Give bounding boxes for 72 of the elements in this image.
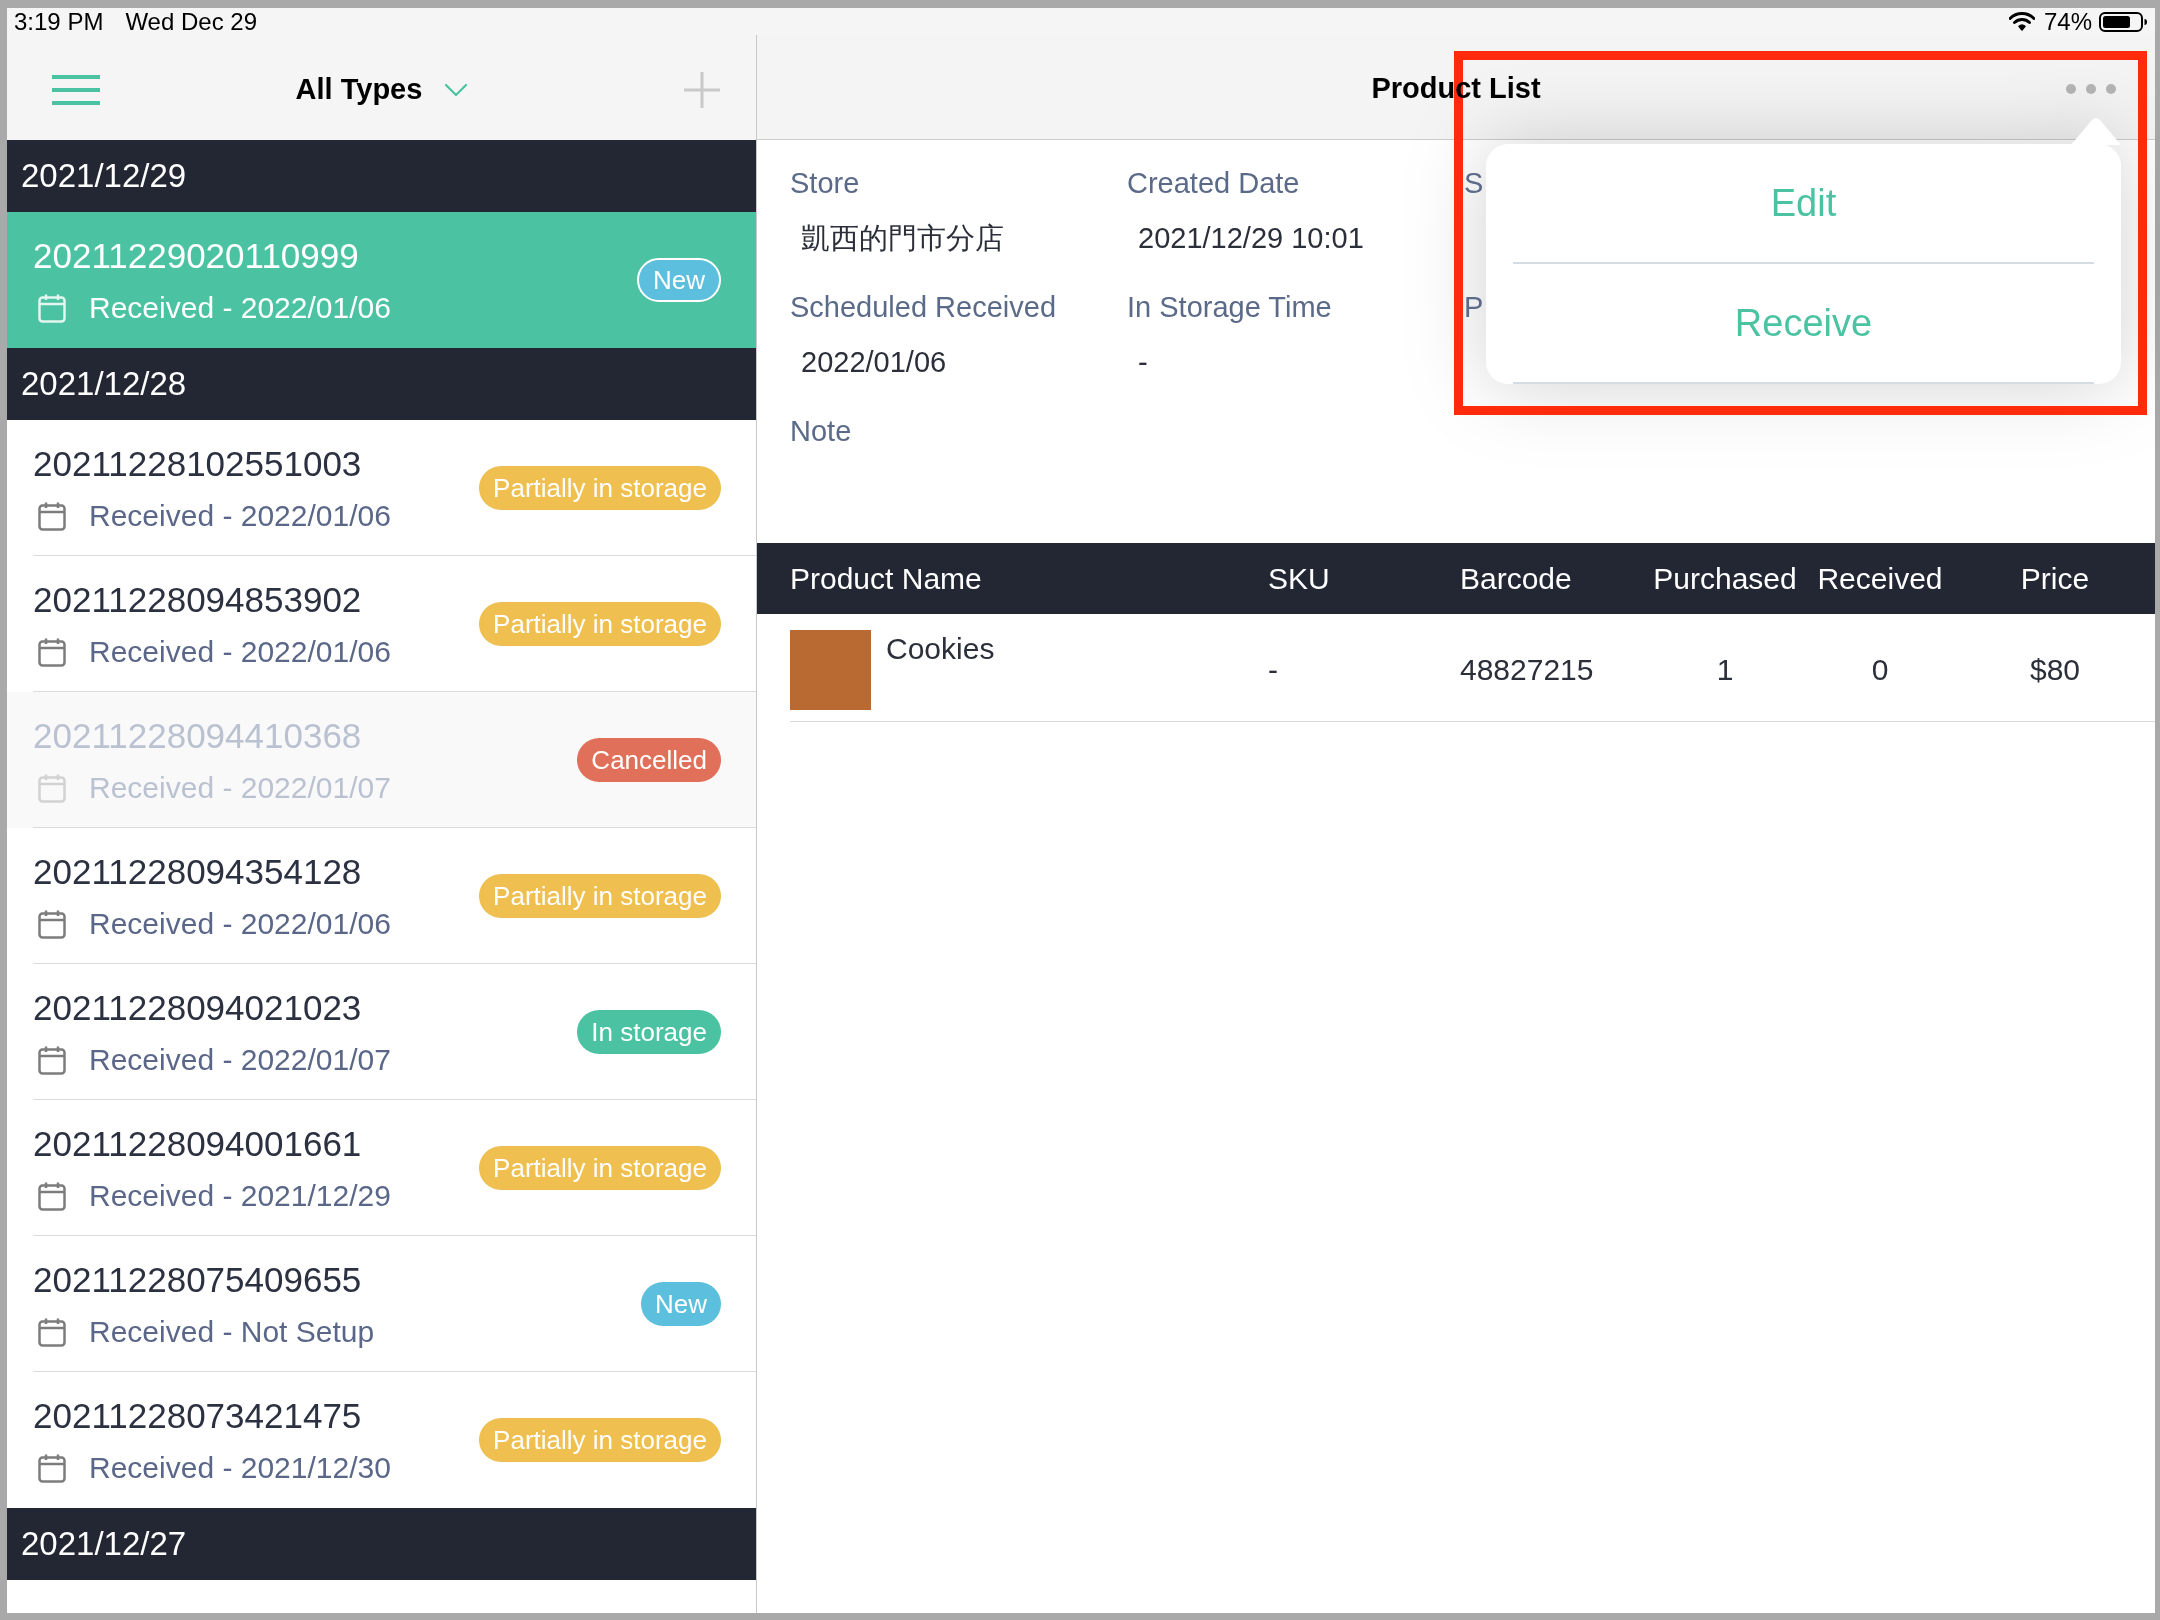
order-number: 20211229020110999 bbox=[33, 234, 359, 277]
calendar-icon bbox=[38, 1180, 66, 1211]
status-date: Wed Dec 29 bbox=[125, 8, 257, 35]
calendar-icon bbox=[38, 772, 66, 803]
status-badge: Partially in storage bbox=[479, 601, 721, 646]
table-cell-text: 1 bbox=[1716, 651, 1734, 688]
field-label: Note bbox=[790, 414, 852, 449]
order-number: 20211228094410368 bbox=[33, 714, 362, 757]
status-badge: New bbox=[637, 257, 721, 302]
table-cell-text: Cookies bbox=[886, 631, 995, 667]
date-header: 2021/12/29 bbox=[7, 140, 756, 212]
order-number: 20211228094021023 bbox=[33, 986, 362, 1029]
status-time: 3:19 PM bbox=[14, 8, 104, 35]
order-number: 20211228094853902 bbox=[33, 578, 362, 621]
field-value: 2021/12/29 10:01 bbox=[1138, 221, 1364, 256]
received-date: Received - 2021/12/30 bbox=[89, 1449, 391, 1486]
calendar-icon bbox=[38, 1044, 66, 1075]
received-date: Received - 2021/12/29 bbox=[89, 1177, 391, 1214]
order-number: 20211228073421475 bbox=[33, 1394, 362, 1437]
received-date: Received - Not Setup bbox=[89, 1313, 375, 1350]
calendar-icon bbox=[38, 1452, 66, 1483]
table-cell-text: $80 bbox=[2029, 651, 2081, 688]
table-cell-text: 48827215 bbox=[1460, 651, 1594, 688]
field-value: - bbox=[1138, 345, 1148, 380]
column-header[interactable]: Price bbox=[2020, 556, 2090, 601]
column-header[interactable]: Barcode bbox=[1460, 556, 1572, 601]
received-date: Received - 2022/01/06 bbox=[89, 905, 391, 942]
date-header: 2021/12/28 bbox=[7, 348, 756, 420]
field-label: Created Date bbox=[1127, 166, 1300, 201]
calendar-icon bbox=[38, 908, 66, 939]
field-value: 2022/01/06 bbox=[801, 345, 947, 380]
received-date: Received - 2022/01/06 bbox=[89, 633, 391, 670]
received-date: Received - 2022/01/06 bbox=[89, 289, 391, 326]
table-cell-text: - bbox=[1268, 651, 1278, 688]
chevron-down-icon bbox=[445, 83, 468, 96]
battery-percent: 74% bbox=[2043, 8, 2092, 35]
type-dropdown[interactable]: All Types bbox=[295, 67, 468, 112]
field-label: Scheduled Received bbox=[790, 290, 1056, 325]
wifi-icon bbox=[2008, 12, 2035, 31]
status-badge: Cancelled bbox=[577, 737, 721, 782]
calendar-icon bbox=[38, 636, 66, 667]
status-badge: Partially in storage bbox=[479, 1417, 721, 1462]
order-number: 20211228094354128 bbox=[33, 850, 362, 893]
menu-icon[interactable] bbox=[52, 74, 100, 105]
column-header[interactable]: Product Name bbox=[790, 556, 982, 601]
more-icon[interactable] bbox=[2065, 83, 2117, 95]
field-label: S bbox=[1464, 166, 1484, 201]
column-header[interactable]: Purchased bbox=[1653, 556, 1797, 601]
received-date: Received - 2022/01/07 bbox=[89, 1041, 391, 1078]
battery-icon bbox=[2099, 11, 2148, 32]
status-badge: Partially in storage bbox=[479, 1145, 721, 1190]
status-badge: New bbox=[641, 1281, 721, 1326]
date-header: 2021/12/27 bbox=[7, 1508, 756, 1580]
field-label: In Storage Time bbox=[1127, 290, 1332, 325]
status-badge: Partially in storage bbox=[479, 465, 721, 510]
calendar-icon bbox=[38, 1316, 66, 1347]
field-label: P bbox=[1464, 290, 1484, 325]
status-badge: Partially in storage bbox=[479, 873, 721, 918]
column-header[interactable]: Received bbox=[1817, 556, 1943, 601]
column-header[interactable]: SKU bbox=[1268, 556, 1330, 601]
field-value: 凱西的門市分店 bbox=[801, 221, 1004, 256]
calendar-icon bbox=[38, 500, 66, 531]
order-number: 20211228102551003 bbox=[33, 442, 362, 485]
received-date: Received - 2022/01/07 bbox=[89, 769, 391, 806]
order-number: 20211228094001661 bbox=[33, 1122, 362, 1165]
status-badge: In storage bbox=[577, 1009, 721, 1054]
order-number: 20211228075409655 bbox=[33, 1258, 362, 1301]
received-date: Received - 2022/01/06 bbox=[89, 497, 391, 534]
field-label: Store bbox=[790, 166, 860, 201]
plus-icon[interactable] bbox=[684, 71, 720, 108]
calendar-icon bbox=[38, 292, 66, 323]
table-cell-text: 0 bbox=[1871, 651, 1889, 688]
